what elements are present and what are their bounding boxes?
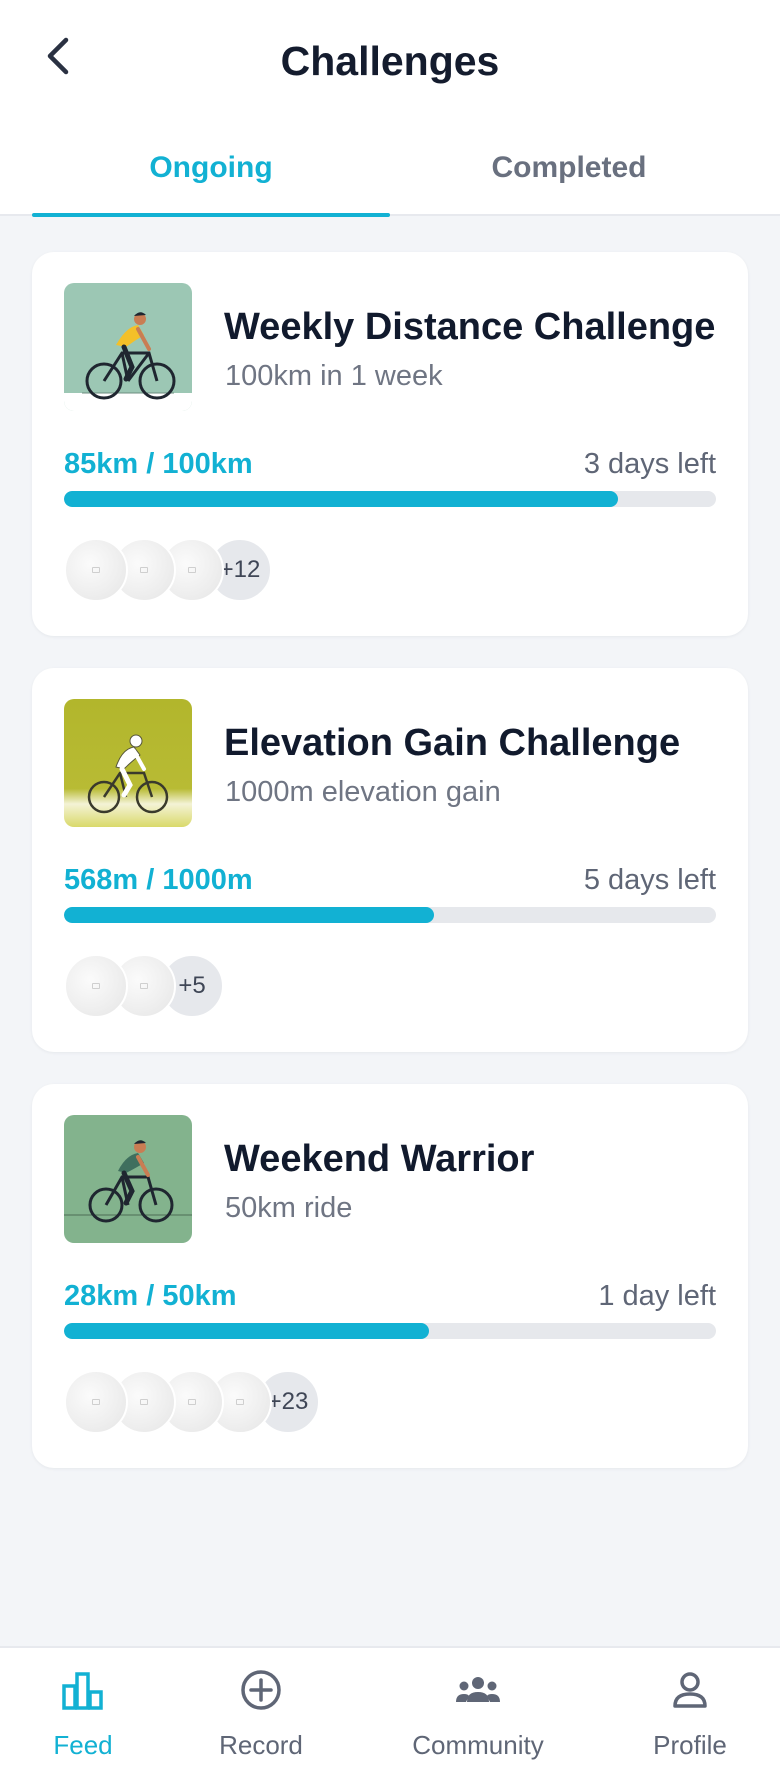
bottom-navigation: Feed Record Community Profile — [0, 1646, 780, 1768]
challenge-subtitle: 1000m elevation gain — [225, 776, 501, 808]
time-left: 5 days left — [583, 864, 716, 896]
cyclist-illustration-icon — [64, 1115, 192, 1243]
progress-bar-fill — [64, 491, 619, 507]
nav-community[interactable]: Community — [402, 1648, 554, 1768]
nav-feed[interactable]: Feed — [24, 1648, 142, 1768]
bar-chart-icon — [62, 1672, 103, 1710]
time-left: 3 days left — [583, 448, 716, 480]
challenge-card[interactable]: Weekly Distance Challenge 100km in 1 wee… — [32, 252, 748, 636]
progress-bar — [64, 491, 716, 507]
participant-avatars[interactable]: +23 — [64, 1370, 320, 1434]
avatar — [64, 954, 128, 1018]
challenge-card[interactable]: Weekend Warrior 50km ride 28km / 50km 1 … — [32, 1084, 748, 1468]
challenge-subtitle: 100km in 1 week — [225, 360, 443, 392]
person-icon — [673, 1672, 707, 1708]
challenge-subtitle: 50km ride — [225, 1192, 353, 1224]
progress-text: 85km / 100km — [64, 448, 253, 480]
time-left: 1 day left — [598, 1280, 716, 1312]
avatar — [64, 538, 128, 602]
progress-bar-fill — [64, 1323, 430, 1339]
avatar — [64, 1370, 128, 1434]
challenge-thumbnail — [64, 283, 192, 411]
group-icon — [456, 1677, 500, 1702]
nav-community-label: Community — [412, 1730, 544, 1760]
participant-avatars[interactable]: +5 — [64, 954, 224, 1018]
plus-circle-icon — [241, 1670, 281, 1710]
page-title: Challenges — [280, 38, 500, 84]
progress-bar — [64, 907, 716, 923]
tab-completed[interactable]: Completed — [390, 136, 748, 216]
nav-record[interactable]: Record — [200, 1648, 322, 1768]
challenge-title: Weekly Distance Challenge — [224, 306, 716, 348]
nav-profile-label: Profile — [653, 1730, 727, 1760]
cyclist-illustration-icon — [64, 699, 192, 827]
nav-profile[interactable]: Profile — [640, 1648, 740, 1768]
tab-bar: Ongoing Completed — [32, 136, 748, 217]
nav-feed-label: Feed — [53, 1730, 113, 1760]
nav-record-label: Record — [219, 1730, 303, 1760]
app-header: Challenges Ongoing Completed — [0, 0, 780, 217]
challenge-card[interactable]: Elevation Gain Challenge 1000m elevation… — [32, 668, 748, 1052]
challenge-thumbnail — [64, 699, 192, 827]
progress-text: 28km / 50km — [64, 1280, 237, 1312]
progress-bar-fill — [64, 907, 435, 923]
challenge-thumbnail — [64, 1115, 192, 1243]
progress-text: 568m / 1000m — [64, 864, 253, 896]
challenge-title: Weekend Warrior — [224, 1138, 535, 1180]
progress-bar — [64, 1323, 716, 1339]
challenge-title: Elevation Gain Challenge — [224, 722, 681, 764]
participant-avatars[interactable]: +12 — [64, 538, 272, 602]
cyclist-illustration-icon — [64, 283, 192, 411]
tab-ongoing[interactable]: Ongoing — [32, 136, 390, 217]
